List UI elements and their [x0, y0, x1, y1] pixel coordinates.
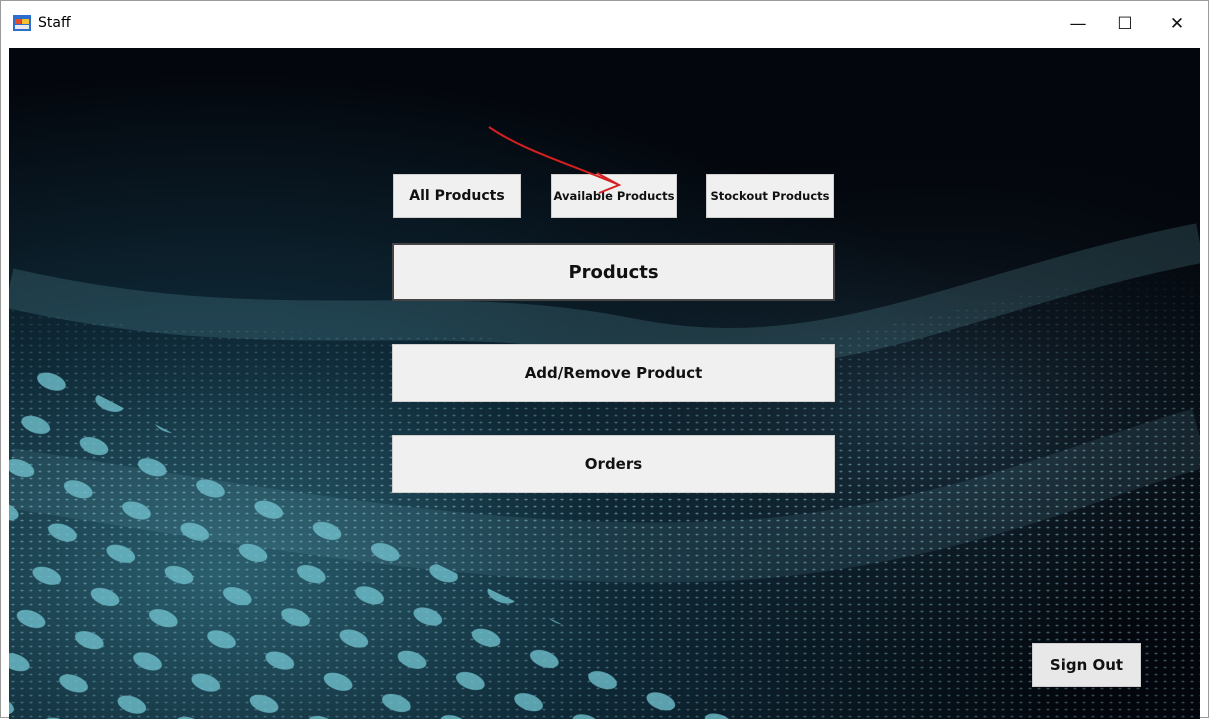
- products-button[interactable]: Products: [392, 243, 835, 301]
- orders-button[interactable]: Orders: [392, 435, 835, 493]
- app-form-icon: [13, 15, 31, 31]
- available-products-button[interactable]: Available Products: [551, 174, 677, 218]
- stockout-products-button[interactable]: Stockout Products: [706, 174, 834, 218]
- sign-out-button[interactable]: Sign Out: [1032, 643, 1141, 687]
- minimize-button[interactable]: —: [1055, 1, 1101, 47]
- form-client-area: All Products Available Products Stockout…: [9, 48, 1200, 719]
- all-products-button[interactable]: All Products: [393, 174, 521, 218]
- close-button[interactable]: ✕: [1154, 1, 1200, 47]
- title-bar[interactable]: Staff — ☐ ✕: [1, 1, 1208, 47]
- window-title: Staff: [38, 15, 71, 31]
- staff-window: Staff — ☐ ✕ All Products Available Produ…: [0, 0, 1209, 719]
- add-remove-product-button[interactable]: Add/Remove Product: [392, 344, 835, 402]
- maximize-button[interactable]: ☐: [1102, 1, 1148, 47]
